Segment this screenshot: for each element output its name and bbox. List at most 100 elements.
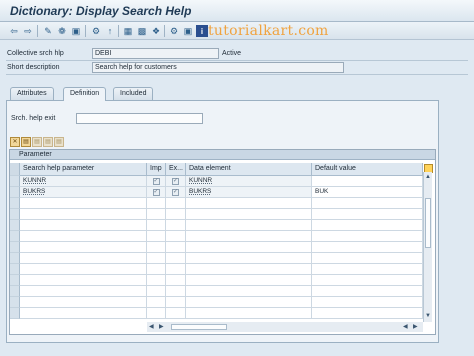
scroll-left-end-icon[interactable]: ◀ — [403, 323, 408, 330]
cell-data-element[interactable] — [186, 308, 312, 319]
cell-default-value[interactable] — [312, 176, 423, 187]
tab-included-search-helps[interactable]: Included search helps — [113, 87, 154, 121]
scroll-left-icon[interactable]: ◀ — [149, 323, 154, 330]
cell-default-value[interactable] — [312, 308, 423, 319]
vertical-scrollbar[interactable]: ▲ ▼ — [423, 172, 432, 322]
row-selector[interactable] — [10, 209, 20, 220]
cell-imp[interactable] — [147, 308, 166, 319]
horizontal-scrollbar[interactable]: ◀ ▶ ◀ ▶ — [147, 322, 423, 332]
horizontal-scroll-thumb[interactable] — [171, 324, 227, 330]
cell-search-help-parameter[interactable] — [20, 209, 147, 220]
cell-default-value[interactable] — [312, 286, 423, 297]
scroll-right-end-icon[interactable]: ▶ — [413, 323, 418, 330]
cell-search-help-parameter[interactable] — [20, 253, 147, 264]
other-object-icon[interactable]: ❁ — [56, 25, 68, 37]
cell-data-element[interactable] — [186, 253, 312, 264]
cell-data-element[interactable]: BUKRS — [186, 187, 312, 198]
cell-exp[interactable] — [166, 220, 186, 231]
cell-data-element[interactable] — [186, 220, 312, 231]
check-icon[interactable]: ▣ — [70, 25, 82, 37]
cell-data-element[interactable] — [186, 264, 312, 275]
cell-data-element[interactable] — [186, 297, 312, 308]
cell-imp[interactable] — [147, 264, 166, 275]
col-data-element[interactable]: Data element — [186, 163, 312, 176]
tab-definition[interactable]: Definition — [63, 87, 107, 101]
cell-imp[interactable] — [147, 297, 166, 308]
row-selector[interactable] — [10, 253, 20, 264]
insert-row-icon[interactable]: ▤ — [43, 137, 53, 147]
cell-data-element[interactable] — [186, 242, 312, 253]
row-selector[interactable] — [10, 242, 20, 253]
cell-search-help-parameter[interactable] — [20, 308, 147, 319]
cell-exp[interactable] — [166, 275, 186, 286]
cell-search-help-parameter[interactable] — [20, 220, 147, 231]
select-all-corner[interactable] — [10, 163, 20, 176]
cell-exp[interactable] — [166, 231, 186, 242]
info-icon[interactable]: i — [196, 25, 208, 37]
cell-data-element[interactable] — [186, 209, 312, 220]
cell-exp[interactable] — [166, 286, 186, 297]
cell-default-value[interactable] — [312, 220, 423, 231]
copy-icon[interactable]: ▤ — [21, 137, 31, 147]
cell-data-element[interactable] — [186, 275, 312, 286]
cell-imp[interactable] — [147, 286, 166, 297]
scroll-up-icon[interactable]: ▲ — [425, 174, 431, 180]
cell-exp[interactable] — [166, 264, 186, 275]
cell-default-value[interactable] — [312, 297, 423, 308]
cell-exp[interactable] — [166, 242, 186, 253]
cell-imp[interactable] — [147, 231, 166, 242]
display-icon[interactable]: ▣ — [182, 25, 194, 37]
navigation-window-icon[interactable]: ▩ — [136, 25, 148, 37]
cell-search-help-parameter[interactable] — [20, 286, 147, 297]
col-imp[interactable]: Imp — [147, 163, 166, 176]
move-icon[interactable]: ▤ — [54, 137, 64, 147]
cell-default-value[interactable] — [312, 209, 423, 220]
cell-default-value[interactable] — [312, 198, 423, 209]
tab-attributes[interactable]: Attributes — [10, 87, 54, 100]
cell-data-element[interactable] — [186, 231, 312, 242]
row-selector[interactable] — [10, 264, 20, 275]
cell-default-value[interactable]: BUK — [312, 187, 423, 198]
cell-search-help-parameter[interactable] — [20, 275, 147, 286]
row-selector[interactable] — [10, 308, 20, 319]
col-default-value[interactable]: Default value — [312, 163, 423, 176]
cell-default-value[interactable] — [312, 242, 423, 253]
row-selector[interactable] — [10, 187, 20, 198]
cell-data-element[interactable]: KUNNR — [186, 176, 312, 187]
row-selector[interactable] — [10, 275, 20, 286]
cell-imp[interactable] — [147, 253, 166, 264]
short-description-field[interactable]: Search help for customers — [92, 62, 344, 73]
imp-checkbox[interactable]: ✓ — [152, 178, 160, 185]
cell-search-help-parameter[interactable] — [20, 198, 147, 209]
cell-default-value[interactable] — [312, 253, 423, 264]
cell-search-help-parameter[interactable] — [20, 264, 147, 275]
cell-imp[interactable] — [147, 198, 166, 209]
hierarchy-icon[interactable]: ❖ — [150, 25, 162, 37]
cell-search-help-parameter[interactable] — [20, 231, 147, 242]
cell-search-help-parameter[interactable]: KUNNR — [20, 176, 147, 187]
cell-imp[interactable] — [147, 242, 166, 253]
collective-srch-hlp-field[interactable]: DEBI — [92, 48, 219, 59]
cell-default-value[interactable] — [312, 275, 423, 286]
cell-search-help-parameter[interactable] — [20, 297, 147, 308]
where-used-icon[interactable]: ↑ — [104, 25, 116, 37]
cell-exp[interactable] — [166, 198, 186, 209]
activate-icon[interactable]: ⚙ — [90, 25, 102, 37]
cell-search-help-parameter[interactable] — [20, 242, 147, 253]
paste-icon[interactable]: ▤ — [32, 137, 42, 147]
cell-exp[interactable] — [166, 297, 186, 308]
display-object-list-icon[interactable]: ▦ — [122, 25, 134, 37]
cell-exp[interactable] — [166, 253, 186, 264]
cell-search-help-parameter[interactable]: BUKRS — [20, 187, 147, 198]
vertical-scroll-thumb[interactable] — [425, 198, 431, 248]
col-exp[interactable]: Ex... — [166, 163, 186, 176]
cell-imp[interactable] — [147, 275, 166, 286]
cell-default-value[interactable] — [312, 264, 423, 275]
row-selector[interactable] — [10, 231, 20, 242]
test-icon[interactable]: ⚙ — [168, 25, 180, 37]
scroll-down-icon[interactable]: ▼ — [425, 313, 431, 319]
row-selector[interactable] — [10, 297, 20, 308]
exp-checkbox[interactable]: ✓ — [172, 189, 179, 196]
back-arrow-icon[interactable]: ⇦ — [8, 25, 20, 37]
cell-exp[interactable] — [166, 308, 186, 319]
